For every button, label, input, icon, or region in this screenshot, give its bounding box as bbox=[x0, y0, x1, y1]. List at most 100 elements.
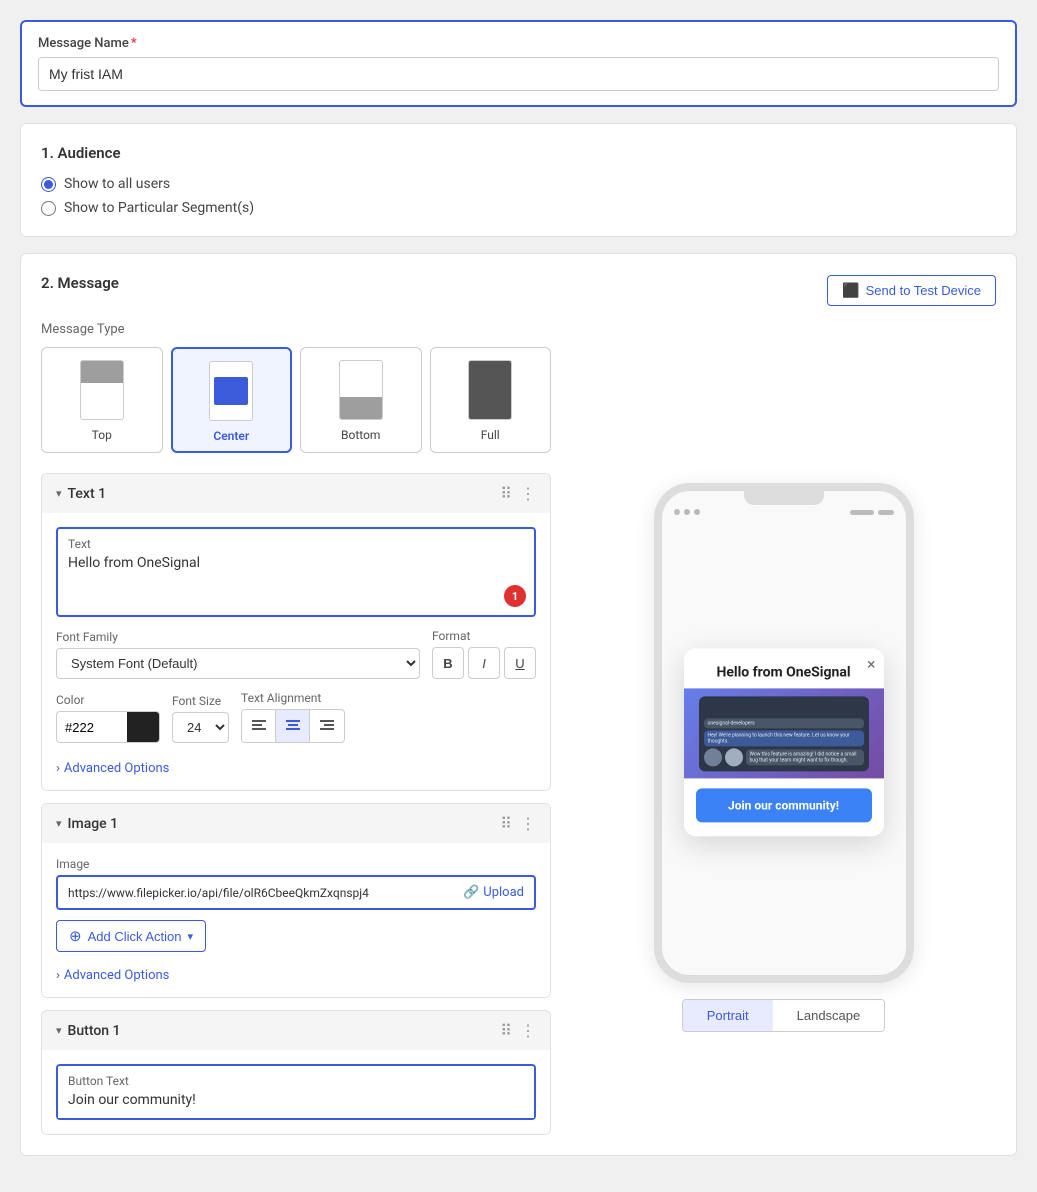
avatar-2 bbox=[725, 748, 743, 766]
format-italic[interactable]: I bbox=[468, 647, 500, 679]
portrait-btn[interactable]: Portrait bbox=[683, 1000, 773, 1031]
modal-title: Hello from OneSignal bbox=[684, 648, 884, 688]
message-type-grid: Top Center Bottom Full bbox=[41, 347, 551, 453]
button1-body: Button Text bbox=[42, 1050, 550, 1134]
required-marker: * bbox=[131, 36, 137, 51]
text1-header[interactable]: ▾ Text 1 ⠿ ⋮ bbox=[42, 474, 550, 513]
msg-type-top[interactable]: Top bbox=[41, 347, 163, 453]
text1-char-badge: 1 bbox=[504, 585, 526, 607]
text1-advanced-options[interactable]: › Advanced Options bbox=[56, 755, 536, 776]
align-right[interactable] bbox=[310, 710, 344, 742]
message-name-input[interactable] bbox=[38, 57, 999, 91]
msg-type-full[interactable]: Full bbox=[430, 347, 552, 453]
font-size-group: Font Size 24 12 14 16 18 20 28 bbox=[172, 694, 229, 743]
audience-radio-group: Show to all users Show to Particular Seg… bbox=[41, 176, 996, 216]
text1-textarea[interactable]: Hello from OneSignal bbox=[58, 551, 534, 611]
phone-notch bbox=[744, 491, 824, 505]
image1-block: ▾ Image 1 ⠿ ⋮ Image 🔗 bbox=[41, 803, 551, 998]
font-size-label: Font Size bbox=[172, 694, 229, 708]
image1-more-icon[interactable]: ⋮ bbox=[520, 814, 536, 833]
image1-body: Image 🔗 Upload ⊕ Add Click Action ▾ bbox=[42, 843, 550, 997]
audience-title: 1. Audience bbox=[41, 144, 996, 162]
text1-chevron: ▾ bbox=[56, 487, 62, 500]
format-label: Format bbox=[432, 629, 536, 643]
audience-radio-all[interactable]: Show to all users bbox=[41, 176, 996, 192]
image1-chevron: ▾ bbox=[56, 817, 62, 830]
upload-icon: 🔗 bbox=[463, 885, 479, 900]
add-click-action-label: Add Click Action bbox=[88, 929, 182, 944]
text-align-group: Text Alignment bbox=[241, 691, 345, 743]
send-test-label: Send to Test Device bbox=[866, 283, 981, 298]
button1-text-wrap: Button Text bbox=[56, 1064, 536, 1120]
msg-type-top-icon bbox=[80, 360, 124, 420]
align-left[interactable] bbox=[242, 710, 276, 742]
plus-circle-icon: ⊕ bbox=[69, 927, 82, 945]
format-group: Format B I U bbox=[432, 629, 536, 679]
format-buttons: B I U bbox=[432, 647, 536, 679]
image1-advanced-options[interactable]: › Advanced Options bbox=[56, 962, 536, 983]
msg-type-center[interactable]: Center bbox=[171, 347, 293, 453]
image1-upload-link[interactable]: 🔗 Upload bbox=[463, 885, 524, 900]
message-header: 2. Message ⬛ Send to Test Device bbox=[41, 274, 996, 306]
font-family-select[interactable]: System Font (Default) bbox=[56, 648, 420, 679]
add-click-action-button[interactable]: ⊕ Add Click Action ▾ bbox=[56, 920, 206, 952]
avatar-1 bbox=[704, 748, 722, 766]
message-section: 2. Message ⬛ Send to Test Device Message… bbox=[20, 253, 1017, 1156]
chevron-right-icon-2: › bbox=[56, 968, 60, 983]
landscape-btn[interactable]: Landscape bbox=[773, 1000, 885, 1031]
image1-header[interactable]: ▾ Image 1 ⠿ ⋮ bbox=[42, 804, 550, 843]
color-group: Color bbox=[56, 693, 160, 743]
text1-title: Text 1 bbox=[68, 486, 107, 502]
button1-text-input[interactable] bbox=[58, 1088, 534, 1118]
font-family-label: Font Family bbox=[56, 630, 420, 644]
text-align-label: Text Alignment bbox=[241, 691, 345, 705]
color-label: Color bbox=[56, 693, 160, 707]
text1-font-row: Font Family System Font (Default) Format… bbox=[56, 629, 536, 679]
color-swatch[interactable] bbox=[127, 711, 159, 743]
message-type-label: Message Type bbox=[41, 322, 996, 337]
chevron-right-icon: › bbox=[56, 761, 60, 776]
modal-cta-button[interactable]: Join our community! bbox=[696, 788, 872, 822]
message-title: 2. Message bbox=[41, 274, 119, 292]
text1-more-icon[interactable]: ⋮ bbox=[520, 484, 536, 503]
text1-field-label: Text bbox=[58, 529, 534, 551]
image1-drag-icon: ⠿ bbox=[500, 814, 512, 833]
modal-close-icon[interactable]: × bbox=[867, 654, 876, 673]
text1-field-wrap: Text Hello from OneSignal 1 bbox=[56, 527, 536, 617]
color-input-wrap bbox=[56, 711, 160, 743]
format-bold[interactable]: B bbox=[432, 647, 464, 679]
send-icon: ⬛ bbox=[842, 282, 859, 299]
right-panel: × Hello from OneSignal onesignal-develop… bbox=[571, 473, 996, 1135]
image1-url-wrap: 🔗 Upload bbox=[56, 875, 536, 910]
text1-block: ▾ Text 1 ⠿ ⋮ Text Hello from OneSignal bbox=[41, 473, 551, 791]
msg-type-full-icon bbox=[468, 360, 512, 420]
text1-color-row: Color Font Size 24 12 bbox=[56, 691, 536, 743]
left-panel: ▾ Text 1 ⠿ ⋮ Text Hello from OneSignal bbox=[41, 473, 551, 1135]
audience-radio-segment[interactable]: Show to Particular Segment(s) bbox=[41, 200, 996, 216]
msg-type-bottom[interactable]: Bottom bbox=[300, 347, 422, 453]
button1-more-icon[interactable]: ⋮ bbox=[520, 1021, 536, 1040]
color-text-input[interactable] bbox=[57, 720, 127, 735]
audience-section: 1. Audience Show to all users Show to Pa… bbox=[20, 123, 1017, 237]
align-buttons bbox=[241, 709, 345, 743]
message-name-label-text: Message Name bbox=[38, 36, 129, 51]
image1-field-label: Image bbox=[56, 857, 536, 875]
phone-preview: × Hello from OneSignal onesignal-develop… bbox=[654, 483, 914, 983]
msg-type-bottom-icon bbox=[339, 360, 383, 420]
button1-header[interactable]: ▾ Button 1 ⠿ ⋮ bbox=[42, 1011, 550, 1050]
send-test-button[interactable]: ⬛ Send to Test Device bbox=[827, 275, 996, 306]
button1-title: Button 1 bbox=[68, 1023, 121, 1039]
font-size-select[interactable]: 24 12 14 16 18 20 28 bbox=[172, 712, 229, 743]
modal-image: onesignal-developers Hey! We're planning… bbox=[684, 688, 884, 778]
format-underline[interactable]: U bbox=[504, 647, 536, 679]
button1-block: ▾ Button 1 ⠿ ⋮ Button Text bbox=[41, 1010, 551, 1135]
image1-url-input[interactable] bbox=[68, 886, 463, 900]
page-wrapper: Message Name* 1. Audience Show to all us… bbox=[20, 20, 1017, 1156]
phone-status-bar bbox=[662, 505, 906, 519]
text1-body: Text Hello from OneSignal 1 Font Family … bbox=[42, 513, 550, 790]
view-toggle: Portrait Landscape bbox=[682, 999, 886, 1032]
msg-type-center-icon bbox=[209, 361, 253, 421]
align-center[interactable] bbox=[276, 710, 310, 742]
phone-modal: × Hello from OneSignal onesignal-develop… bbox=[684, 648, 884, 836]
button1-chevron: ▾ bbox=[56, 1024, 62, 1037]
